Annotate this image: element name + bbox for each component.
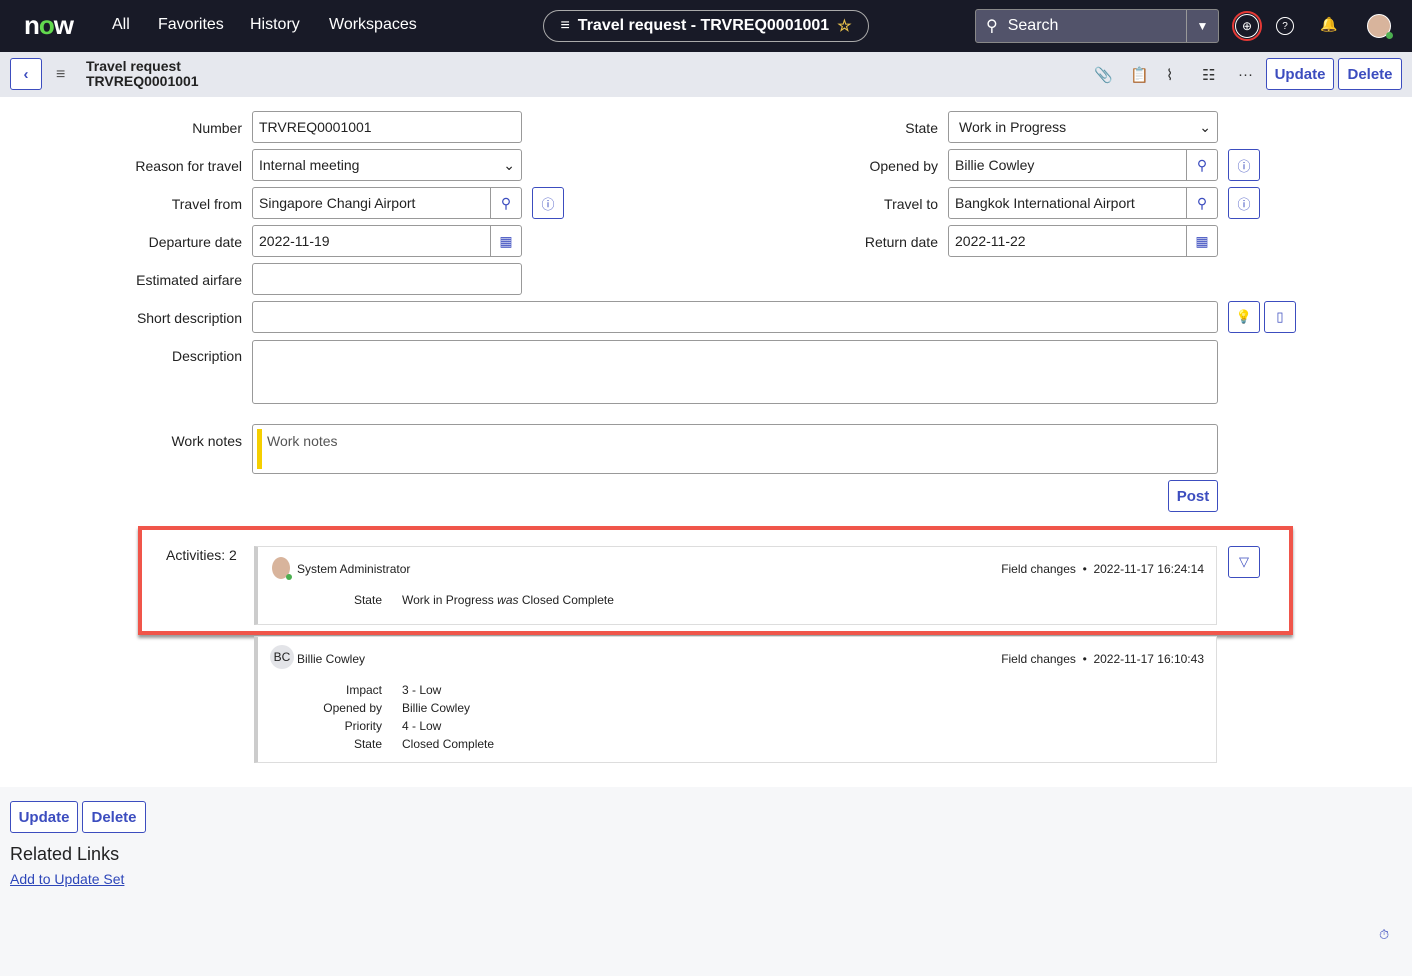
star-icon[interactable]: ☆	[837, 16, 851, 36]
search-icon: ⚲	[986, 18, 998, 35]
travel-from-label: Travel from	[171, 196, 242, 212]
work-notes-label: Work notes	[171, 433, 242, 449]
departure-value: 2022-11-19	[259, 233, 330, 249]
travel-to-value: Bangkok International Airport	[955, 195, 1135, 211]
nav-all[interactable]: All	[112, 16, 130, 34]
return-field[interactable]: 2022-11-22 ▦	[948, 225, 1218, 257]
nav-workspaces[interactable]: Workspaces	[329, 16, 417, 34]
more-icon[interactable]: ···	[1238, 66, 1253, 83]
opened-by-label: Opened by	[869, 158, 939, 174]
description-label: Description	[171, 348, 242, 364]
info-button[interactable]: ⓘ	[1228, 149, 1260, 181]
travel-to-field[interactable]: Bangkok International Airport ⚲	[948, 187, 1218, 219]
change-field: Opened by	[323, 701, 382, 715]
search-input[interactable]: Search	[1008, 17, 1059, 35]
delete-button[interactable]: Delete	[1338, 58, 1402, 90]
chevron-down-icon: ⌄	[503, 156, 515, 173]
change-field: Impact	[345, 683, 382, 697]
update-button[interactable]: Update	[10, 801, 78, 833]
info-button[interactable]: ⓘ	[532, 187, 564, 219]
return-label: Return date	[864, 234, 938, 250]
search-icon[interactable]: ⚲	[490, 188, 521, 218]
record-title-pill[interactable]: ≡ Travel request - TRVREQ0001001 ☆	[543, 10, 869, 42]
globe-icon[interactable]: ⊕	[1235, 14, 1259, 38]
change-value: 4 - Low	[402, 719, 442, 733]
short-desc-field[interactable]	[252, 301, 1218, 333]
book-icon[interactable]: ▯	[1264, 301, 1296, 333]
timer-icon[interactable]: ⏱	[1379, 927, 1389, 943]
departure-label: Departure date	[148, 234, 242, 250]
calendar-icon[interactable]: ▦	[490, 226, 521, 256]
return-value: 2022-11-22	[955, 233, 1026, 249]
opened-by-value: Billie Cowley	[955, 157, 1035, 173]
list-icon: ≡	[560, 17, 570, 34]
info-button[interactable]: ⓘ	[1228, 187, 1260, 219]
activity-icon[interactable]: ⌇	[1166, 66, 1173, 84]
menu-icon[interactable]: ≡	[56, 66, 65, 84]
chevron-down-icon: ⌄	[1199, 118, 1211, 135]
top-navigation: now All Favorites History Workspaces ≡ T…	[0, 0, 1412, 52]
state-label: State	[905, 120, 938, 136]
global-search[interactable]: ⚲ Search ▼	[975, 9, 1219, 43]
change-value: Closed Complete	[402, 737, 495, 751]
travel-from-field[interactable]: Singapore Changi Airport ⚲	[252, 187, 522, 219]
reason-label: Reason for travel	[135, 158, 242, 174]
activity-time: 2022-11-17 16:10:43	[1093, 652, 1204, 666]
settings-sliders-icon[interactable]: ☷	[1202, 66, 1215, 84]
status-dot	[1386, 32, 1393, 39]
nav-favorites[interactable]: Favorites	[158, 16, 224, 34]
mandatory-indicator	[257, 429, 262, 469]
lightbulb-icon[interactable]: 💡	[1228, 301, 1260, 333]
travel-from-value: Singapore Changi Airport	[259, 195, 416, 211]
change-field: Priority	[344, 719, 382, 733]
activity-user: Billie Cowley	[297, 652, 366, 666]
bell-icon[interactable]: 🔔	[1320, 16, 1337, 33]
calendar-icon[interactable]: ▦	[1186, 226, 1217, 256]
avatar-initials: BC	[270, 645, 294, 669]
post-button[interactable]: Post	[1168, 480, 1218, 512]
short-desc-label: Short description	[136, 310, 242, 326]
state-select[interactable]: Work in Progress ⌄	[948, 111, 1218, 143]
nav-history[interactable]: History	[250, 16, 300, 34]
reason-select[interactable]: Internal meeting ⌄	[252, 149, 522, 181]
change-value: 3 - Low	[402, 683, 442, 697]
record-number: TRVREQ0001001	[86, 73, 199, 89]
departure-field[interactable]: 2022-11-19 ▦	[252, 225, 522, 257]
opened-by-field[interactable]: Billie Cowley ⚲	[948, 149, 1218, 181]
state-value: Work in Progress	[959, 119, 1067, 135]
attachment-icon[interactable]: 📎	[1094, 66, 1113, 84]
form-title: Travel request	[86, 58, 181, 74]
reason-value: Internal meeting	[259, 157, 360, 173]
airfare-field[interactable]	[252, 263, 522, 295]
activity-entry: BC Billie Cowley Field changes • 2022-11…	[254, 636, 1217, 763]
work-notes-field[interactable]: Work notes	[252, 424, 1218, 474]
form-footer: Update Delete Related Links Add to Updat…	[0, 787, 1412, 976]
change-field: State	[353, 737, 382, 751]
servicenow-logo[interactable]: now	[24, 10, 74, 41]
travel-to-label: Travel to	[884, 196, 938, 212]
record-title: Travel request - TRVREQ0001001	[577, 17, 830, 34]
number-label: Number	[192, 120, 242, 136]
search-icon[interactable]: ⚲	[1186, 150, 1217, 180]
update-button[interactable]: Update	[1266, 58, 1334, 90]
delete-button[interactable]: Delete	[82, 801, 146, 833]
back-button[interactable]: ‹	[10, 58, 42, 90]
search-dropdown[interactable]: ▼	[1186, 10, 1218, 42]
highlight-box	[138, 526, 1293, 635]
description-field[interactable]	[252, 340, 1218, 404]
add-to-update-set-link[interactable]: Add to Update Set	[10, 871, 124, 887]
search-icon[interactable]: ⚲	[1186, 188, 1217, 218]
activity-type: Field changes	[1001, 652, 1076, 666]
form-header: ‹ ≡ Travel request TRVREQ0001001	[0, 52, 1412, 97]
clipboard-icon[interactable]: 📋	[1130, 66, 1149, 84]
help-icon[interactable]: ?	[1276, 17, 1294, 35]
number-field[interactable]: TRVREQ0001001	[252, 111, 522, 143]
airfare-label: Estimated airfare	[136, 272, 242, 288]
related-links-heading: Related Links	[10, 844, 120, 864]
change-value: Billie Cowley	[402, 701, 471, 715]
